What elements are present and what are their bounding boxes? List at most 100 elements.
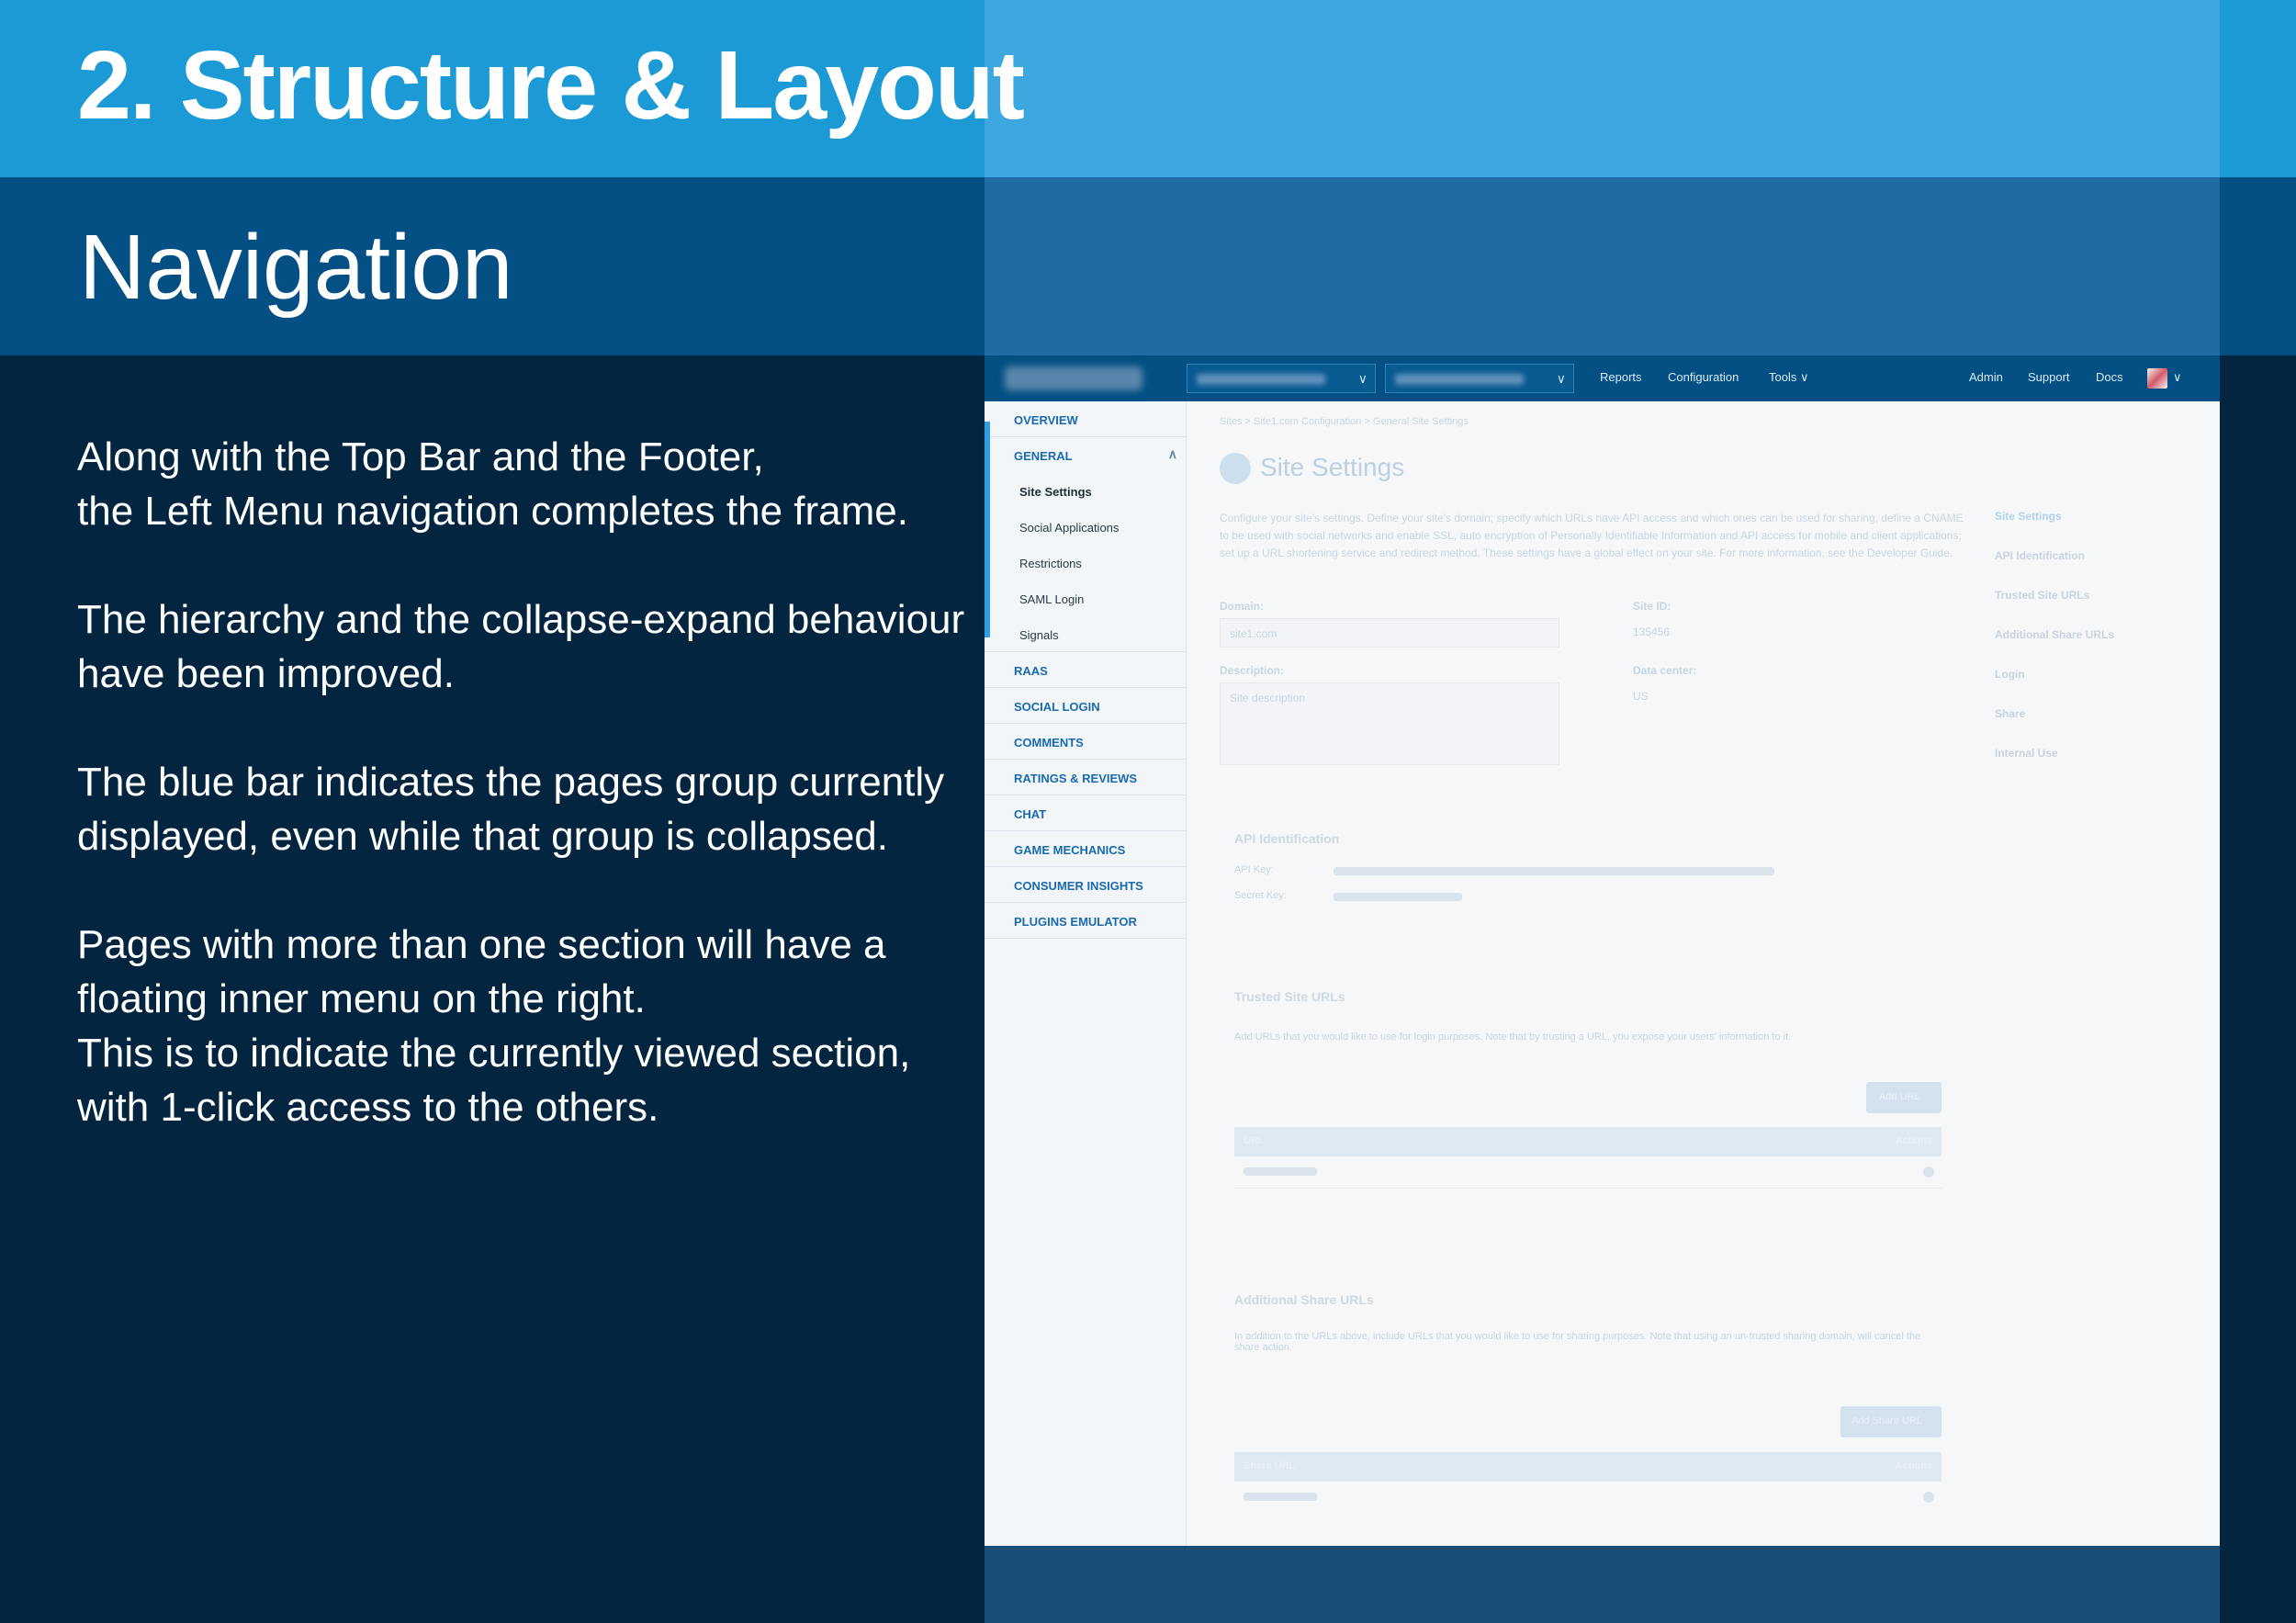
text-line: the Left Menu navigation completes the f… [77, 489, 908, 534]
blurred-value [1395, 374, 1524, 385]
edge-band-low [2220, 355, 2296, 1623]
nav-tools-label: Tools [1769, 370, 1797, 384]
domain-label: Domain: [1220, 600, 1264, 613]
slide-title: 2. Structure & Layout [77, 31, 1025, 140]
data-center-label: Data center: [1633, 664, 1697, 677]
sidebar-item-signals[interactable]: Signals [985, 616, 1187, 652]
add-share-url-label: Add Share URL [1851, 1415, 1923, 1426]
overlay-band-top [985, 0, 2220, 177]
api-key-value[interactable] [1334, 867, 1774, 875]
chevron-down-icon: ∨ [1556, 371, 1566, 386]
paragraph-frame: Along with the Top Bar and the Footer, t… [77, 430, 959, 538]
nav-docs[interactable]: Docs [2096, 370, 2123, 384]
remove-icon[interactable] [1923, 1492, 1934, 1503]
sidebar-item-label: RAAS [1014, 664, 1048, 678]
sidebar-item-consumer-insights[interactable]: CONSUMER INSIGHTS [985, 867, 1187, 903]
avatar[interactable] [2147, 368, 2167, 389]
data-center-value: US [1633, 690, 1649, 703]
sidebar-item-general[interactable]: GENERAL ∧ [985, 437, 1187, 473]
sidebar-item-plugins-emulator[interactable]: PLUGINS EMULATOR [985, 903, 1187, 939]
text-line: have been improved. [77, 651, 455, 696]
inner-menu-additional-share-urls[interactable]: Additional Share URLs [1995, 628, 2114, 641]
sidebar-item-comments[interactable]: COMMENTS [985, 724, 1187, 760]
api-key-label: API Key: [1234, 864, 1274, 875]
section-api-identification: API Identification [1234, 831, 1340, 846]
sidebar-item-saml-login[interactable]: SAML Login [985, 580, 1187, 616]
secret-key-value[interactable] [1334, 893, 1462, 901]
domain-value: site1.com [1230, 627, 1277, 640]
inner-menu-trusted-site-urls[interactable]: Trusted Site URLs [1995, 589, 2089, 602]
nav-support[interactable]: Support [2028, 370, 2070, 384]
sidebar-item-raas[interactable]: RAAS [985, 652, 1187, 688]
inner-menu-api-identification[interactable]: API Identification [1995, 549, 2085, 562]
sidebar-item-label: SOCIAL LOGIN [1014, 700, 1100, 714]
sidebar-item-label: Site Settings [1019, 485, 1092, 499]
inner-menu-share[interactable]: Share [1995, 707, 2025, 720]
edge-band-top [2220, 0, 2296, 177]
sidebar-item-label: PLUGINS EMULATOR [1014, 915, 1137, 929]
chevron-down-icon: ∨ [1799, 370, 1809, 384]
partner-selector[interactable]: ∨ [1385, 364, 1574, 393]
sidebar-item-game-mechanics[interactable]: GAME MECHANICS [985, 831, 1187, 867]
overlay-band-bottom [985, 1546, 2220, 1623]
site-id-label: Site ID: [1633, 600, 1671, 613]
sidebar-item-label: Social Applications [1019, 521, 1120, 535]
sidebar-item-restrictions[interactable]: Restrictions [985, 545, 1187, 580]
section-additional-share-urls: Additional Share URLs [1234, 1292, 1374, 1307]
sidebar-item-label: OVERVIEW [1014, 413, 1078, 427]
inner-menu-site-settings[interactable]: Site Settings [1995, 510, 2062, 523]
add-share-url-button[interactable]: Add Share URL [1840, 1406, 1941, 1437]
secret-key-label: Secret Key: [1234, 890, 1287, 901]
sidebar-item-label: SAML Login [1019, 592, 1085, 606]
nav-admin[interactable]: Admin [1969, 370, 2003, 384]
sidebar-item-label: Restrictions [1019, 557, 1082, 570]
logo[interactable] [1005, 366, 1142, 390]
nav-configuration[interactable]: Configuration [1668, 370, 1739, 384]
overlay-band-mid [985, 177, 2220, 355]
remove-icon[interactable] [1923, 1167, 1934, 1178]
domain-field[interactable]: site1.com [1220, 618, 1559, 648]
sidebar-item-social-applications[interactable]: Social Applications [985, 509, 1187, 545]
sidebar-item-label: GENERAL [1014, 449, 1073, 463]
chevron-up-icon[interactable]: ∧ [1168, 446, 1177, 462]
app-screenshot: ∨ ∨ Reports Configuration Tools ∨ Admin … [985, 355, 2220, 1546]
site-id-value: 135456 [1633, 626, 1671, 638]
chevron-down-icon[interactable]: ∨ [2173, 370, 2182, 385]
text-line: Pages with more than one section will ha… [77, 922, 886, 967]
main-content: Sites > Site1.com Configuration > Genera… [1187, 401, 2220, 1546]
sidebar-item-label: CHAT [1014, 807, 1047, 821]
table-row [1244, 1493, 1317, 1501]
chevron-down-icon: ∨ [1357, 371, 1367, 386]
gear-icon [1220, 453, 1251, 484]
description-field[interactable]: Site description [1220, 682, 1559, 765]
sidebar-item-label: CONSUMER INSIGHTS [1014, 879, 1143, 893]
sidebar-item-overview[interactable]: OVERVIEW [985, 401, 1187, 437]
table-row [1244, 1167, 1317, 1176]
divider [1234, 1188, 1941, 1189]
breadcrumb[interactable]: Sites > Site1.com Configuration > Genera… [1220, 416, 1469, 427]
trusted-description: Add URLs that you would like to use for … [1234, 1031, 1792, 1043]
add-url-button[interactable]: Add URL [1866, 1082, 1941, 1113]
blurred-value [1197, 374, 1325, 385]
sidebar-item-chat[interactable]: CHAT [985, 795, 1187, 831]
share-description: In addition to the URLs above, include U… [1234, 1331, 1921, 1353]
section-trusted-site-urls: Trusted Site URLs [1234, 989, 1345, 1004]
paragraph-blue-bar: The blue bar indicates the pages group c… [77, 755, 959, 863]
slide-subtitle: Navigation [79, 216, 513, 319]
nav-reports[interactable]: Reports [1600, 370, 1642, 384]
site-selector[interactable]: ∨ [1187, 364, 1376, 393]
text-line: displayed, even while that group is coll… [77, 814, 888, 859]
sidebar-item-label: Signals [1019, 628, 1059, 642]
url-column: URL [1244, 1135, 1265, 1146]
nav-tools[interactable]: Tools ∨ [1769, 370, 1809, 385]
text-line: with 1-click access to the others. [77, 1085, 659, 1130]
description-label: Description: [1220, 664, 1285, 677]
sidebar-item-label: GAME MECHANICS [1014, 843, 1126, 857]
slide-body: Along with the Top Bar and the Footer, t… [77, 430, 964, 1189]
add-url-label: Add URL [1879, 1091, 1920, 1102]
inner-menu-internal-use[interactable]: Internal Use [1995, 747, 2058, 760]
sidebar-item-site-settings[interactable]: Site Settings [985, 473, 1187, 509]
sidebar-item-social-login[interactable]: SOCIAL LOGIN [985, 688, 1187, 724]
sidebar-item-ratings-reviews[interactable]: RATINGS & REVIEWS [985, 760, 1187, 795]
inner-menu-login[interactable]: Login [1995, 668, 2025, 681]
